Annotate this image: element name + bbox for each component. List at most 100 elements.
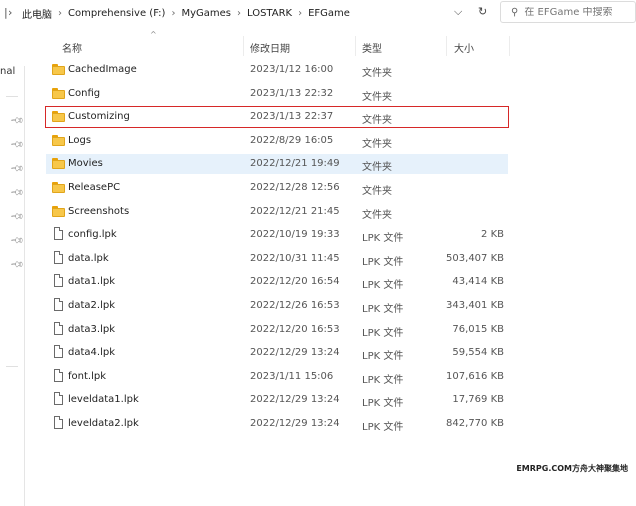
column-header-size[interactable]: 大小 [454,40,474,55]
breadcrumb-sep-icon: › [236,8,241,19]
folder-row[interactable]: Logs 2022/8/29 16:05 文件夹 [46,131,508,151]
file-name: data2.lpk [68,300,115,311]
file-name: leveldata1.lpk [68,394,139,405]
nav-separator [6,366,18,367]
address-bar: | › 此电脑 › Comprehensive (F:) › MyGames ›… [0,0,636,26]
file-row[interactable]: data4.lpk 2022/12/29 13:24 LPK 文件 59,554 KB [46,343,508,363]
file-icon [52,298,66,311]
pin-icon[interactable]: 📌︎ [9,137,24,152]
file-type: LPK 文件 [362,304,404,315]
file-size: 107,616 KB [446,371,504,382]
search-box[interactable]: ⚲ [500,1,636,23]
file-date: 2022/12/28 12:56 [250,182,340,193]
file-date: 2022/12/29 13:24 [250,347,340,358]
file-size: 503,407 KB [446,253,504,264]
file-row[interactable]: data1.lpk 2022/12/20 16:54 LPK 文件 43,414 KB [46,272,508,292]
folder-icon [52,87,66,99]
file-name: font.lpk [68,371,106,382]
folder-row[interactable]: Screenshots 2022/12/21 21:45 文件夹 [46,202,508,222]
column-divider[interactable] [355,36,356,56]
folder-row[interactable]: CachedImage 2023/1/12 16:00 文件夹 [46,60,508,80]
file-row[interactable]: data3.lpk 2022/12/20 16:53 LPK 文件 76,015 KB [46,320,508,340]
pin-icon[interactable]: 📌︎ [9,257,24,272]
file-type: 文件夹 [362,162,392,173]
folder-icon [52,181,66,193]
file-type: 文件夹 [362,210,392,221]
column-divider[interactable] [509,36,510,56]
file-name: data1.lpk [68,276,115,287]
file-size: 17,769 KB [452,394,504,405]
pin-icon[interactable]: 📌︎ [9,113,24,128]
file-size: 76,015 KB [452,324,504,335]
file-type: 文件夹 [362,186,392,197]
file-date: 2022/10/19 19:33 [250,229,340,240]
file-name: Customizing [68,111,130,122]
column-header-row: ^ 名称 修改日期 类型 大小 [0,30,636,56]
folder-row[interactable]: Movies 2022/12/21 19:49 文件夹 [46,154,508,174]
watermark-text: EMRPG.COM方舟大神聚集地 [516,464,628,473]
file-icon [52,392,66,405]
breadcrumb-efgame[interactable]: EFGame [308,8,350,19]
file-name: data3.lpk [68,324,115,335]
file-name: Logs [68,135,92,146]
column-header-name[interactable]: 名称 [62,40,82,55]
file-type: LPK 文件 [362,375,404,386]
file-name: data.lpk [68,253,109,264]
pin-icon[interactable]: 📌︎ [9,161,24,176]
file-icon [52,274,66,287]
breadcrumb-drive[interactable]: Comprehensive (F:) [68,8,165,19]
refresh-icon[interactable]: ↻ [478,5,487,18]
file-icon [52,322,66,335]
file-size: 59,554 KB [452,347,504,358]
navigation-pane: nal 📌︎ 📌︎ 📌︎ 📌︎ 📌︎ 📌︎ 📌︎ [0,26,28,506]
file-type: LPK 文件 [362,280,404,291]
file-date: 2022/12/26 16:53 [250,300,340,311]
file-row[interactable]: data.lpk 2022/10/31 11:45 LPK 文件 503,407 KB [46,249,508,269]
file-type: 文件夹 [362,115,392,126]
folder-row[interactable]: Config 2023/1/13 22:32 文件夹 [46,84,508,104]
file-date: 2022/8/29 16:05 [250,135,334,146]
search-input[interactable] [524,6,635,18]
file-row[interactable]: data2.lpk 2022/12/26 16:53 LPK 文件 343,401 K… [46,296,508,316]
file-date: 2023/1/11 15:06 [250,371,334,382]
column-divider[interactable] [446,36,447,56]
chevron-down-icon[interactable]: ⌵ [454,5,462,19]
file-icon [52,345,66,358]
file-name: config.lpk [68,229,117,240]
breadcrumb: 此电脑 › Comprehensive (F:) › MyGames › LOS… [22,6,350,21]
file-row[interactable]: leveldata2.lpk 2022/12/29 13:24 LPK 文件 842,… [46,414,508,434]
folder-row[interactable]: Customizing 2023/1/13 22:37 文件夹 [45,106,509,128]
breadcrumb-lostark[interactable]: LOSTARK [247,8,292,19]
file-icon [52,227,66,240]
nav-item-label[interactable]: nal [0,66,15,77]
file-date: 2022/12/29 13:24 [250,394,340,405]
nav-divider [24,66,25,506]
file-date: 2023/1/13 22:32 [250,88,334,99]
file-name: leveldata2.lpk [68,418,139,429]
file-row[interactable]: config.lpk 2022/10/19 19:33 LPK 文件 2 KB [46,225,508,245]
file-type: LPK 文件 [362,398,404,409]
file-row[interactable]: leveldata1.lpk 2022/12/29 13:24 LPK 文件 17,7… [46,390,508,410]
file-type: LPK 文件 [362,257,404,268]
file-row[interactable]: font.lpk 2023/1/11 15:06 LPK 文件 107,616 KB [46,367,508,387]
file-name: Movies [68,158,103,169]
breadcrumb-chevron-icon[interactable]: › [8,6,12,19]
folder-icon [52,205,66,217]
column-header-date[interactable]: 修改日期 [250,40,290,55]
pin-icon[interactable]: 📌︎ [9,209,24,224]
breadcrumb-sep-icon: › [58,8,62,19]
folder-icon [52,134,66,146]
column-divider[interactable] [243,36,244,56]
breadcrumb-mygames[interactable]: MyGames [181,8,231,19]
folder-icon [52,63,66,75]
pin-icon[interactable]: 📌︎ [9,185,24,200]
file-date: 2022/12/20 16:53 [250,324,340,335]
file-name: Config [68,88,101,99]
breadcrumb-this-pc[interactable]: 此电脑 [22,6,52,21]
column-header-type[interactable]: 类型 [362,40,382,55]
file-type: 文件夹 [362,92,392,103]
file-icon [52,416,66,429]
pin-icon[interactable]: 📌︎ [9,233,24,248]
file-date: 2022/12/21 19:49 [250,158,340,169]
folder-row[interactable]: ReleasePC 2022/12/28 12:56 文件夹 [46,178,508,198]
